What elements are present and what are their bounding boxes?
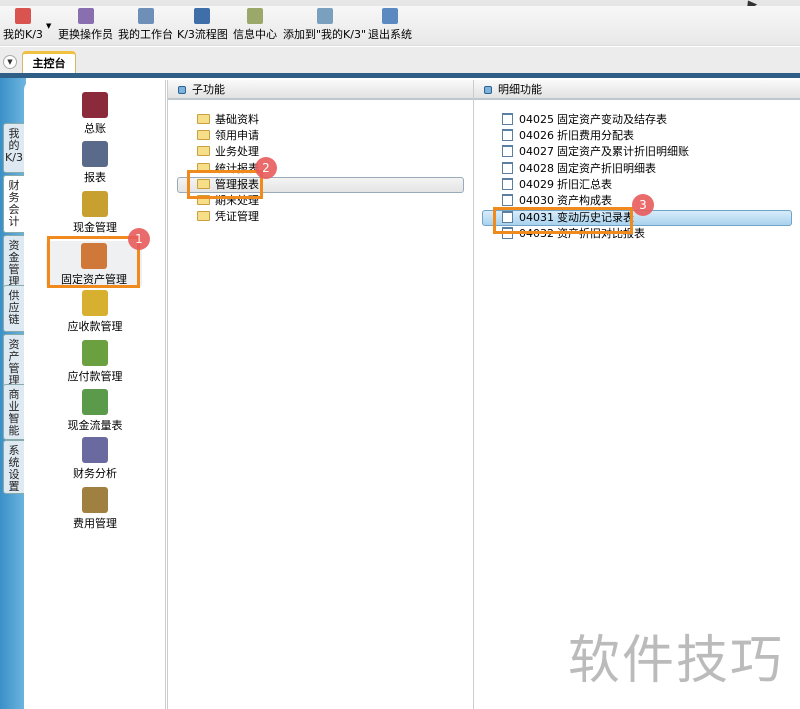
report-item[interactable]: 04027 固定资产及累计折旧明细账 (502, 144, 689, 160)
side-tab-supply-chain[interactable]: 供应链 (3, 285, 24, 332)
k3-flowchart-button[interactable]: K/3流程图 (177, 6, 228, 46)
module-financial-analysis[interactable]: 财务分析 (24, 437, 166, 481)
money-bag-icon (82, 290, 108, 316)
tab-bar: ▼ 主控台 (0, 47, 800, 73)
info-center-button[interactable]: 信息中心 (233, 6, 277, 46)
side-tab-bi[interactable]: 商业智能 (3, 384, 24, 440)
module-fixed-assets[interactable]: 固定资产管理 (46, 241, 142, 287)
chevron-down-icon[interactable]: ▼ (3, 55, 17, 69)
exit-system-button[interactable]: 退出系统 (368, 6, 412, 46)
truck-icon (81, 243, 107, 269)
report-icon (82, 141, 108, 167)
add-to-my-k3-button[interactable]: 添加到"我的K/3" (283, 6, 366, 46)
square-icon (178, 86, 186, 94)
step-badge: 2 (255, 157, 277, 179)
folder-icon (197, 163, 210, 173)
step-badge: 1 (128, 228, 150, 250)
tab-main-console[interactable]: 主控台 (22, 51, 76, 73)
report-item[interactable]: 04028 固定资产折旧明细表 (502, 161, 656, 177)
module-cashflow[interactable]: 现金流量表 (24, 389, 166, 433)
books-icon (82, 92, 108, 118)
document-icon (502, 178, 513, 190)
folder-item[interactable]: 基础资料 (197, 112, 259, 128)
my-k3-button[interactable]: 我的K/3 (3, 6, 43, 46)
module-panel: 总账 报表 现金管理 固定资产管理 应收款管理 应付款管理 现金流量表 财务分析… (24, 80, 166, 709)
side-tab-assets[interactable]: 资产管理 (3, 334, 24, 390)
document-icon (502, 113, 513, 125)
my-workbench-button[interactable]: 我的工作台 (118, 6, 173, 46)
document-icon (502, 129, 513, 141)
folder-item[interactable]: 领用申请 (197, 128, 259, 144)
analysis-icon (82, 437, 108, 463)
report-item-selected[interactable]: 04031 变动历史记录表 (502, 210, 634, 226)
document-icon (502, 145, 513, 157)
divider (0, 73, 800, 78)
detail-function-panel: 明细功能 04025 固定资产变动及结存表 04026 折旧费用分配表 04027 固… (473, 80, 800, 709)
switch-operator-button[interactable]: 更换操作员 (58, 6, 113, 46)
report-item[interactable]: 04032 资产折旧对比报表 (502, 226, 645, 242)
side-tab-my-k3[interactable]: 我的K/3 (3, 123, 24, 173)
document-icon (502, 194, 513, 206)
calculator-icon (82, 191, 108, 217)
folder-open-icon (197, 179, 210, 189)
watermark: 软件技巧 (568, 631, 785, 691)
sub-function-panel: 子功能 基础资料 领用申请 业务处理 统计报表 管理报表 期末处理 凭证管理 (167, 80, 473, 709)
pen-icon (137, 8, 154, 24)
side-tab-strip: 我的K/3 财务会计 资金管理 供应链 资产管理 商业智能 系统设置 (0, 78, 26, 709)
square-icon (484, 86, 492, 94)
folder-item[interactable]: 统计报表 (197, 161, 259, 177)
folder-item[interactable]: 凭证管理 (197, 209, 259, 225)
folder-item-selected[interactable]: 管理报表 (197, 177, 259, 193)
module-payables[interactable]: 应付款管理 (24, 340, 166, 384)
panel-header: 明细功能 (474, 80, 800, 100)
folder-icon (197, 114, 210, 124)
side-tab-finance[interactable]: 财务会计 (3, 175, 24, 233)
report-item[interactable]: 04025 固定资产变动及结存表 (502, 112, 667, 128)
my-k3-dropdown-icon[interactable]: ▼ (46, 22, 51, 30)
folder-item[interactable]: 期末处理 (197, 193, 259, 209)
module-receivables[interactable]: 应收款管理 (24, 290, 166, 334)
panel-header: 子功能 (168, 80, 473, 100)
banknote-icon (82, 389, 108, 415)
folder-item[interactable]: 业务处理 (197, 144, 259, 160)
expense-icon (82, 487, 108, 513)
add-icon (316, 8, 333, 24)
folder-icon (197, 195, 210, 205)
module-general-ledger[interactable]: 总账 (24, 92, 166, 136)
message-icon (247, 8, 263, 24)
report-item[interactable]: 04029 折旧汇总表 (502, 177, 612, 193)
money-plant-icon (82, 340, 108, 366)
folder-icon (197, 211, 210, 221)
users-icon (77, 8, 94, 24)
exit-icon (382, 8, 398, 24)
document-icon (502, 227, 513, 239)
flowchart-icon (194, 8, 211, 24)
report-item[interactable]: 04026 折旧费用分配表 (502, 128, 634, 144)
star-icon (14, 8, 31, 24)
module-cash[interactable]: 现金管理 (24, 191, 166, 235)
step-badge: 3 (632, 194, 654, 216)
toolbar: 我的K/3 ▼ 更换操作员 我的工作台 K/3流程图 信息中心 添加到"我的K/… (0, 6, 800, 46)
document-icon (502, 211, 513, 223)
report-item[interactable]: 04030 资产构成表 (502, 193, 612, 209)
folder-icon (197, 146, 210, 156)
side-tab-settings[interactable]: 系统设置 (3, 440, 24, 494)
module-expense[interactable]: 费用管理 (24, 487, 166, 531)
module-reports[interactable]: 报表 (24, 141, 166, 185)
document-icon (502, 162, 513, 174)
folder-icon (197, 130, 210, 140)
